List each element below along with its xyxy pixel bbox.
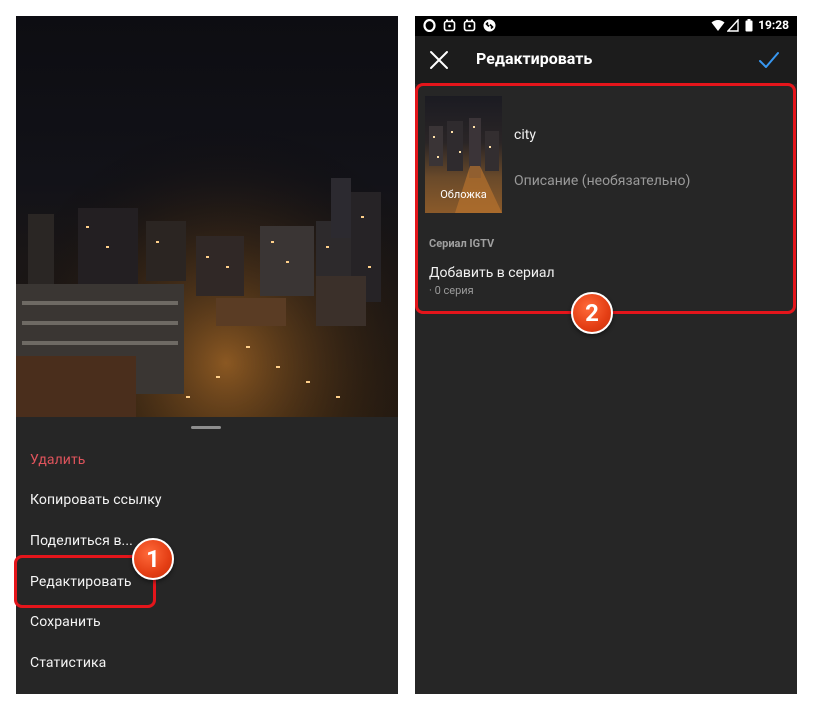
video-preview[interactable] <box>16 16 398 424</box>
wifi-icon <box>711 20 725 31</box>
menu-item-share[interactable]: Поделиться в... <box>30 533 133 549</box>
close-icon[interactable] <box>427 48 451 72</box>
menu-item-delete[interactable]: Удалить <box>30 452 86 468</box>
step-badge-1: 1 <box>132 538 174 580</box>
alarm-app-icon <box>443 19 456 32</box>
status-time: 19:28 <box>758 18 789 32</box>
menu-item-save[interactable]: Сохранить <box>30 614 101 630</box>
page-title: Редактировать <box>476 49 593 68</box>
battery-icon <box>745 19 753 32</box>
highlight-box-edit-form <box>415 83 796 314</box>
sheet-drag-handle[interactable] <box>191 426 221 429</box>
status-bar: 19:28 <box>415 16 797 36</box>
alarm-app-icon-2 <box>463 19 476 32</box>
menu-item-statistics[interactable]: Статистика <box>30 655 106 671</box>
step-badge-2: 2 <box>571 292 613 334</box>
city-night-image <box>16 16 398 424</box>
app-header: Редактировать <box>415 36 797 84</box>
opera-icon <box>423 19 436 32</box>
shazam-icon <box>483 19 496 32</box>
menu-item-copy-link[interactable]: Копировать ссылку <box>30 492 162 508</box>
confirm-check-icon[interactable] <box>757 48 781 72</box>
cellular-signal-icon <box>727 19 739 32</box>
